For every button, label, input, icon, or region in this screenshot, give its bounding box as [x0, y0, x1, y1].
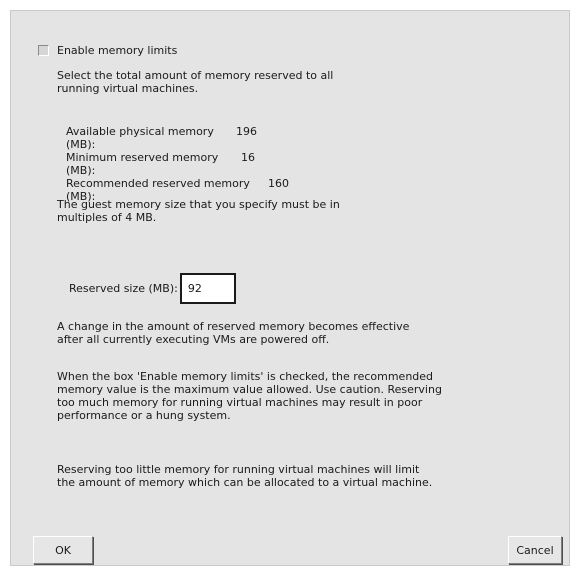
memory-settings-dialog: Enable memory limits Select the total am… — [10, 10, 570, 566]
multiples-note: The guest memory size that you specify m… — [57, 198, 340, 224]
caution-note: When the box 'Enable memory limits' is c… — [57, 370, 442, 422]
enable-memory-limits-label: Enable memory limits — [57, 44, 178, 57]
stat-label: Available physical memory (MB): — [66, 125, 214, 151]
memory-stats: Available physical memory (MB): 196 Mini… — [66, 125, 289, 203]
stat-value: 16 — [241, 151, 255, 164]
cancel-button[interactable]: Cancel — [508, 536, 562, 564]
effective-note: A change in the amount of reserved memor… — [57, 320, 410, 346]
stat-row-available: Available physical memory (MB): 196 — [66, 125, 289, 151]
stat-value: 196 — [236, 125, 257, 138]
enable-memory-limits-checkbox[interactable] — [38, 45, 49, 56]
reserved-size-row: Reserved size (MB): — [69, 273, 236, 304]
reserved-size-label: Reserved size (MB): — [69, 282, 178, 295]
enable-memory-limits-row[interactable]: Enable memory limits — [38, 44, 177, 57]
ok-button[interactable]: OK — [33, 536, 93, 564]
intro-text: Select the total amount of memory reserv… — [57, 69, 334, 95]
reserved-size-input[interactable] — [179, 273, 236, 304]
stat-row-minimum: Minimum reserved memory (MB): 16 — [66, 151, 289, 177]
stat-label: Minimum reserved memory (MB): — [66, 151, 219, 177]
limit-note: Reserving too little memory for running … — [57, 463, 433, 489]
